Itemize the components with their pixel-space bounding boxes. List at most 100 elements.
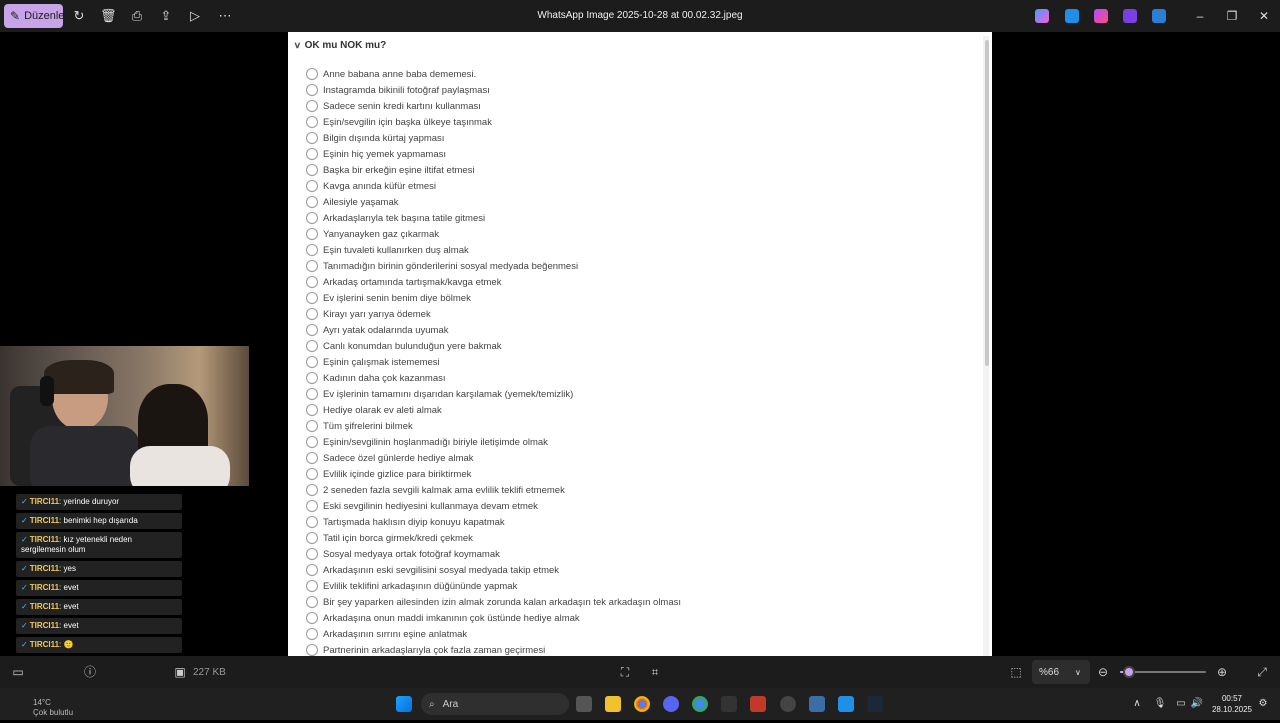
option-item[interactable]: Arkadaş ortamında tartışmak/kavga etmek (306, 274, 681, 290)
fit-screen-icon[interactable]: ⬚ (1008, 664, 1024, 680)
option-item[interactable]: Başka bir erkeğin eşine iltifat etmesi (306, 162, 681, 178)
radio-button[interactable] (306, 212, 318, 224)
radio-button[interactable] (306, 628, 318, 640)
chrome-profile-icon[interactable] (692, 696, 708, 712)
radio-button[interactable] (306, 100, 318, 112)
option-item[interactable]: Partnerinin arkadaşlarıyla çok fazla zam… (306, 642, 681, 656)
discord-icon[interactable] (663, 696, 679, 712)
radio-button[interactable] (306, 612, 318, 624)
scrollbar-thumb[interactable] (985, 40, 989, 366)
radio-button[interactable] (306, 452, 318, 464)
radio-button[interactable] (306, 84, 318, 96)
option-item[interactable]: Tüm şifrelerini bilmek (306, 418, 681, 434)
print-icon[interactable]: ⎙ (129, 8, 145, 24)
rotate-icon[interactable]: ↻ (71, 8, 87, 24)
option-item[interactable]: Tatil için borca girmek/kredi çekmek (306, 530, 681, 546)
start-icon[interactable] (396, 696, 412, 712)
radio-button[interactable] (306, 68, 318, 80)
edit-button[interactable]: ✎ Düzenle (4, 4, 64, 28)
zoom-out-icon[interactable]: ⊖ (1095, 664, 1111, 680)
radio-button[interactable] (306, 324, 318, 336)
radio-button[interactable] (306, 244, 318, 256)
option-item[interactable]: Eski sevgilinin hediyesini kullanmaya de… (306, 498, 681, 514)
crop-icon[interactable]: ⛶ (617, 664, 633, 680)
delete-icon[interactable]: 🗑 (100, 8, 117, 24)
obs-icon[interactable] (780, 696, 796, 712)
filmstrip-icon[interactable]: ▭ (10, 664, 26, 680)
radio-button[interactable] (306, 532, 318, 544)
option-item[interactable]: Kadının daha çok kazanması (306, 370, 681, 386)
copilot-icon[interactable] (1035, 9, 1049, 23)
option-item[interactable]: Arkadaşının eski sevgilisini sosyal medy… (306, 562, 681, 578)
clipchamp-icon[interactable] (1123, 9, 1137, 23)
radio-button[interactable] (306, 644, 318, 656)
option-item[interactable]: Eşin/sevgilin için başka ülkeye taşınmak (306, 114, 681, 130)
option-item[interactable]: Arkadaşına onun maddi imkanının çok üstü… (306, 610, 681, 626)
option-item[interactable]: Hediye olarak ev aleti almak (306, 402, 681, 418)
radio-button[interactable] (306, 548, 318, 560)
radio-button[interactable] (306, 596, 318, 608)
radio-button[interactable] (306, 340, 318, 352)
task-view-icon[interactable] (576, 696, 592, 712)
option-item[interactable]: Tartışmada haklısın diyip konuyu kapatma… (306, 514, 681, 530)
option-item[interactable]: Arkadaşlarıyla tek başına tatile gitmesi (306, 210, 681, 226)
radio-button[interactable] (306, 372, 318, 384)
chrome-icon[interactable] (634, 696, 650, 712)
photos-icon[interactable] (838, 696, 854, 712)
zoom-slider-thumb[interactable] (1122, 666, 1135, 678)
option-item[interactable]: 2 seneden fazla sevgili kalmak ama evlil… (306, 482, 681, 498)
option-item[interactable]: Evlilik teklifini arkadaşının düğününde … (306, 578, 681, 594)
option-item[interactable]: Canlı konumdan bulunduğun yere bakmak (306, 338, 681, 354)
zoom-in-icon[interactable]: ⊕ (1214, 664, 1230, 680)
slideshow-icon[interactable]: ▷ (187, 8, 203, 24)
radio-button[interactable] (306, 308, 318, 320)
more-options-icon[interactable]: ⋯ (217, 8, 233, 24)
radio-button[interactable] (306, 436, 318, 448)
minimize-icon[interactable]: – (1192, 8, 1208, 24)
radio-button[interactable] (306, 196, 318, 208)
notification-icon[interactable]: ⚙ (1256, 697, 1270, 711)
radio-button[interactable] (306, 580, 318, 592)
option-item[interactable]: Anne babana anne baba dememesi. (306, 66, 681, 82)
option-item[interactable]: Sosyal medyaya ortak fotoğraf koymamak (306, 546, 681, 562)
option-item[interactable]: Instagramda bikinili fotoğraf paylaşması (306, 82, 681, 98)
option-item[interactable]: Sadece senin kredi kartını kullanması (306, 98, 681, 114)
radio-button[interactable] (306, 164, 318, 176)
option-item[interactable]: Arkadaşının sırrını eşine anlatmak (306, 626, 681, 642)
radio-button[interactable] (306, 276, 318, 288)
weather-widget[interactable]: 14°C Çok bulutlu (33, 698, 73, 718)
radio-button[interactable] (306, 180, 318, 192)
visual-search-icon[interactable]: ⌗ (647, 664, 663, 680)
option-item[interactable]: Ayrı yatak odalarında uyumak (306, 322, 681, 338)
radio-button[interactable] (306, 516, 318, 528)
microphone-icon[interactable]: 🎙 (1153, 697, 1167, 711)
photos-edit-icon[interactable] (1065, 9, 1079, 23)
clock[interactable]: 00:57 28.10.2025 (1208, 693, 1256, 715)
chevron-up-icon[interactable]: ∧ (1130, 697, 1144, 711)
radio-button[interactable] (306, 260, 318, 272)
fullscreen-icon[interactable]: ⤢ (1254, 664, 1270, 680)
radio-button[interactable] (306, 404, 318, 416)
option-item[interactable]: Tanımadığın birinin gönderilerini sosyal… (306, 258, 681, 274)
file-explorer-icon[interactable] (605, 696, 621, 712)
option-item[interactable]: Sadece özel günlerde hediye almak (306, 450, 681, 466)
option-item[interactable]: Kirayı yarı yarıya ödemek (306, 306, 681, 322)
radio-button[interactable] (306, 132, 318, 144)
network-icon[interactable]: ▭ (1174, 697, 1188, 711)
maximize-icon[interactable]: ❐ (1224, 8, 1240, 24)
section-header[interactable]: ∨ OK mu NOK mu? (293, 40, 386, 51)
option-item[interactable]: Yanyanayken gaz çıkarmak (306, 226, 681, 242)
radio-button[interactable] (306, 500, 318, 512)
volume-icon[interactable]: 🔊 (1190, 697, 1204, 711)
radio-button[interactable] (306, 116, 318, 128)
radio-button[interactable] (306, 228, 318, 240)
radio-button[interactable] (306, 468, 318, 480)
option-item[interactable]: Eşinin/sevgilinin hoşlanmadığı biriyle i… (306, 434, 681, 450)
option-item[interactable]: Eşinin hiç yemek yapmaması (306, 146, 681, 162)
option-item[interactable]: Ev işlerini senin benim diye bölmek (306, 290, 681, 306)
option-item[interactable]: Bir şey yaparken ailesinden izin almak z… (306, 594, 681, 610)
option-item[interactable]: Evlilik içinde gizlice para biriktirmek (306, 466, 681, 482)
option-item[interactable]: Bilgin dışında kürtaj yapması (306, 130, 681, 146)
info-icon[interactable]: ⓘ (82, 664, 98, 680)
zoom-select[interactable]: %66 ∨ (1032, 660, 1090, 684)
